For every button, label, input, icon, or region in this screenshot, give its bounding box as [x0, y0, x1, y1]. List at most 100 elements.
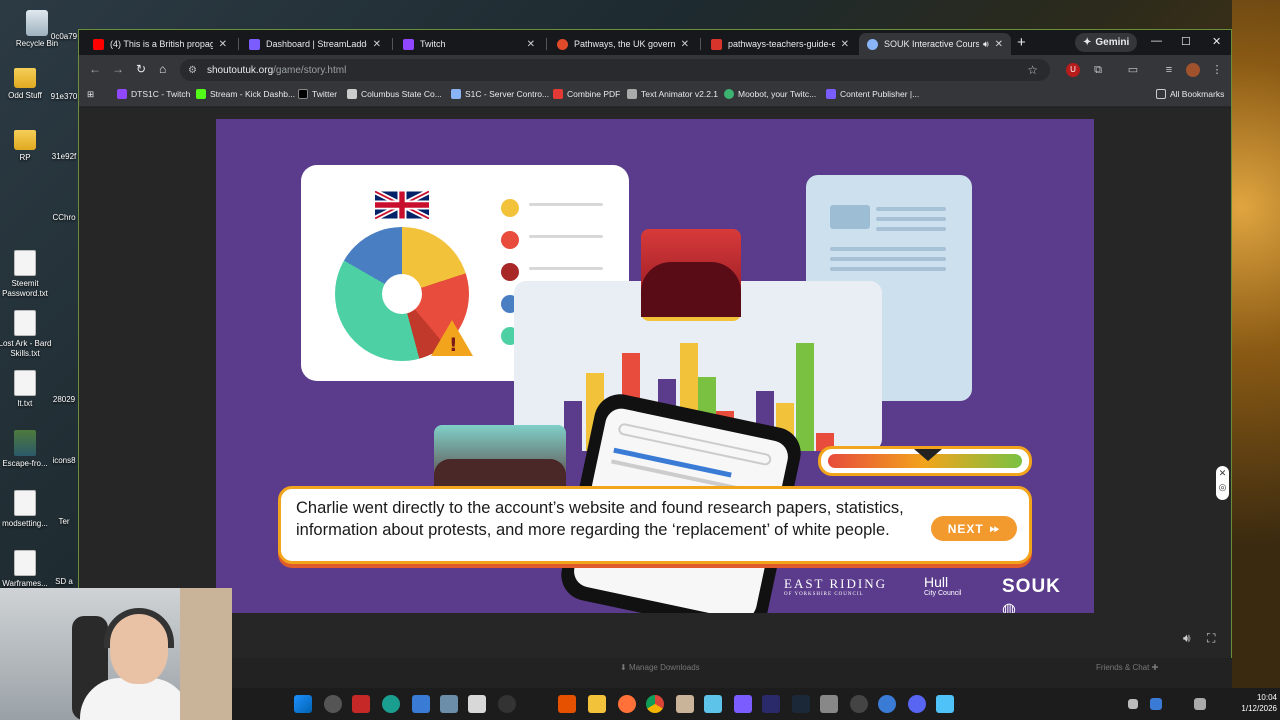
tab-youtube[interactable]: (4) This is a British propaganda ✕ [85, 33, 235, 55]
close-icon[interactable]: ✕ [835, 39, 849, 50]
home-button[interactable]: ⌂ [159, 62, 166, 76]
app-icon [14, 430, 36, 456]
volume-icon[interactable]: 🔊︎ [1183, 631, 1191, 646]
app-icon[interactable] [468, 695, 486, 713]
protest-crowd-image [641, 229, 741, 321]
minimize-button[interactable]: — [1151, 35, 1162, 47]
twitch-icon [117, 89, 127, 99]
system-clock[interactable]: 10:04 1/12/2026 [1227, 692, 1277, 714]
close-icon[interactable]: ✕ [675, 39, 689, 50]
app-icon[interactable] [936, 695, 954, 713]
streamladder-icon [826, 89, 836, 99]
bookmark-kick[interactable]: Stream - Kick Dashb... [196, 89, 295, 99]
new-tab-button[interactable]: + [1017, 34, 1026, 51]
bookmark-columbus[interactable]: Columbus State Co... [347, 89, 442, 99]
menu-icon[interactable]: ⋮ [1210, 63, 1224, 77]
site-info-icon[interactable]: ⚙ [188, 65, 197, 76]
desktop-icon-steemit[interactable]: Steemit Password.txt [0, 250, 54, 299]
close-icon[interactable]: ✕ [521, 39, 535, 50]
reload-button[interactable]: ↻ [136, 62, 146, 76]
chrome-icon[interactable] [646, 695, 664, 713]
streamladder-icon [249, 38, 260, 50]
tab-streamladder[interactable]: Dashboard | StreamLadder ✕ [241, 33, 389, 55]
network-icon[interactable] [1194, 698, 1206, 710]
app-icon[interactable] [762, 695, 780, 713]
app-icon[interactable] [704, 695, 722, 713]
tab-twitch[interactable]: Twitch ✕ [395, 33, 543, 55]
bookmark-content-publisher[interactable]: Content Publisher |... [826, 89, 919, 99]
discord-icon[interactable] [908, 695, 926, 713]
side-widget[interactable]: ✕ ◎ [1216, 466, 1229, 500]
browser-window: (4) This is a British propaganda ✕ Dashb… [78, 29, 1232, 658]
app-icon[interactable] [412, 695, 430, 713]
window-close-button[interactable]: ✕ [1212, 35, 1221, 48]
bookmark-twitter[interactable]: Twitter [298, 89, 337, 99]
friends-chat-link[interactable]: Friends & Chat ✚ [1096, 663, 1158, 672]
text-file-icon [14, 250, 36, 276]
all-bookmarks[interactable]: All Bookmarks [1156, 89, 1224, 99]
firefox-icon[interactable] [618, 695, 636, 713]
bookmark-dts1c-twitch[interactable]: DTS1C - Twitch [117, 89, 190, 99]
cast-icon[interactable]: ▭ [1126, 63, 1140, 77]
tray-icon[interactable] [1150, 698, 1162, 710]
bookmark-moobot[interactable]: Moobot, your Twitc... [724, 89, 816, 99]
page-content: ! Charlie went directly to the account’s… [79, 108, 1231, 658]
manage-downloads-link[interactable]: ⬇ Manage Downloads [620, 663, 700, 672]
profile-avatar-icon[interactable] [1186, 63, 1200, 77]
address-bar[interactable]: ⚙ shoutoutuk.org/game/story.html ☆ [180, 59, 1050, 81]
app-icon[interactable] [498, 695, 516, 713]
extensions-icon[interactable]: ⧉ [1091, 63, 1105, 77]
taskbar: 10:04 1/12/2026 [232, 688, 1280, 720]
forward-button[interactable]: → [112, 62, 124, 76]
close-icon[interactable]: ✕ [989, 39, 1003, 50]
folder-icon [1156, 89, 1166, 99]
browser-toolbar: ← → ↻ ⌂ ⚙ shoutoutuk.org/game/story.html… [79, 55, 1231, 85]
story-caption-text: Charlie went directly to the account’s w… [296, 499, 904, 539]
bookmark-combine-pdf[interactable]: Combine PDF [553, 89, 620, 99]
desktop-icon-recycle-bin[interactable]: Recycle Bin [8, 10, 66, 49]
headset-icon [104, 608, 174, 648]
gemini-button[interactable]: ✦ Gemini [1075, 33, 1138, 52]
app-icon[interactable] [352, 695, 370, 713]
maximize-button[interactable]: ☐ [1181, 35, 1191, 48]
desktop-icon-lost-ark[interactable]: Lost Ark - Bard Skills.txt [0, 310, 54, 359]
text-file-icon [14, 370, 36, 396]
animator-icon [627, 89, 637, 99]
bookmark-star-icon[interactable]: ☆ [1027, 63, 1038, 77]
app-icon[interactable] [440, 695, 458, 713]
app-icon[interactable] [878, 695, 896, 713]
fullscreen-icon[interactable]: ⛶ [1207, 631, 1215, 646]
close-icon[interactable]: ✕ [213, 39, 227, 50]
app-icon[interactable] [382, 695, 400, 713]
accessibility-icon[interactable]: ◎ [1216, 480, 1229, 494]
file-explorer-icon[interactable] [588, 695, 606, 713]
next-button[interactable]: NEXT ⏩︎ [931, 516, 1017, 541]
pdf-icon [711, 38, 722, 50]
sentiment-meter [818, 446, 1032, 476]
obs-icon[interactable] [850, 695, 868, 713]
tab-pathways-pdf[interactable]: pathways-teachers-guide-extr ✕ [703, 33, 857, 55]
background-window-bar: ⬇ Manage Downloads Friends & Chat ✚ [232, 658, 1232, 688]
steam-icon[interactable] [792, 695, 810, 713]
kick-icon [196, 89, 206, 99]
back-button[interactable]: ← [89, 62, 101, 76]
close-icon[interactable]: ✕ [1216, 466, 1229, 480]
apps-icon[interactable]: ⊞ [87, 89, 94, 100]
close-icon[interactable]: ✕ [367, 39, 381, 50]
tab-pathways[interactable]: Pathways, the UK government ✕ [549, 33, 697, 55]
tray-chevron-icon[interactable] [1128, 699, 1138, 709]
search-icon[interactable] [324, 695, 342, 713]
union-jack-flag-icon [375, 191, 429, 219]
tab-souk-active[interactable]: SOUK Interactive Course v 🔊︎ ✕ [859, 33, 1011, 55]
app-icon[interactable] [820, 695, 838, 713]
app-icon[interactable] [558, 695, 576, 713]
start-icon[interactable] [294, 695, 312, 713]
ublock-icon[interactable]: U [1066, 63, 1080, 77]
fast-forward-icon: ⏩︎ [989, 521, 1001, 535]
bookmark-text-animator[interactable]: Text Animator v2.2.1 [627, 89, 718, 99]
media-icon[interactable]: ≡ [1162, 63, 1176, 77]
desktop-wallpaper-right [1232, 0, 1280, 690]
app-icon[interactable] [734, 695, 752, 713]
bookmark-s1c[interactable]: S1C - Server Contro... [451, 89, 549, 99]
app-icon[interactable] [676, 695, 694, 713]
